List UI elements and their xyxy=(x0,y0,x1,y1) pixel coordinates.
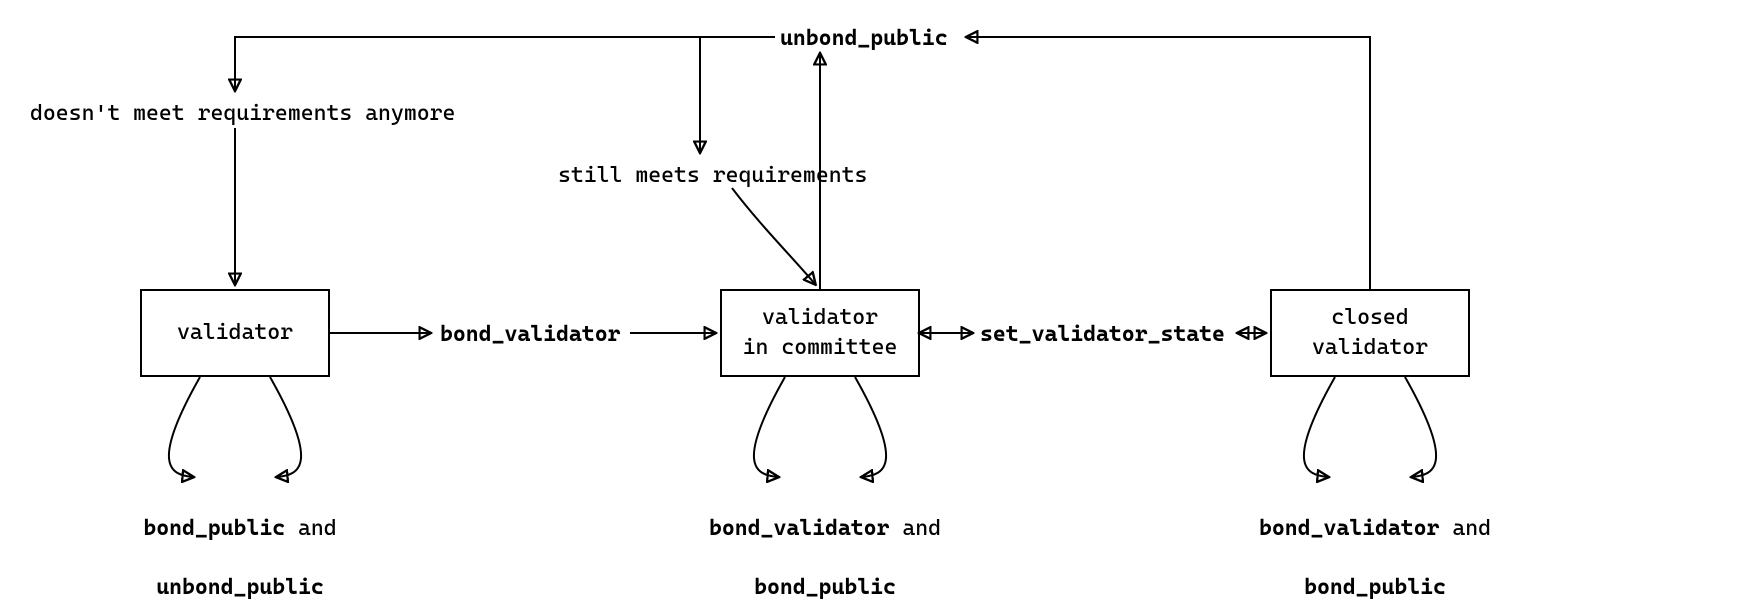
selfloop-closed-label: bond_validator and bond_public xyxy=(1230,484,1520,603)
state-closed-validator: closed validator xyxy=(1270,289,1470,377)
edge-unbond-public: unbond_public xyxy=(780,24,948,54)
state-validator: validator xyxy=(140,289,330,377)
edge-set-validator-state: set_validator_state xyxy=(980,320,1225,350)
state-committee-label: validator in committee xyxy=(743,303,898,362)
validator-state-diagram: validator validator in committee closed … xyxy=(0,0,1738,614)
selfloop-validator-label: bond_public and unbond_public xyxy=(110,484,370,603)
edge-bond-validator: bond_validator xyxy=(440,320,620,350)
state-validator-in-committee: validator in committee xyxy=(720,289,920,377)
edge-no-requirements: doesn't meet requirements anymore xyxy=(30,99,455,129)
edge-still-requirements: still meets requirements xyxy=(558,161,867,191)
state-validator-label: validator xyxy=(177,318,293,348)
state-closed-label: closed validator xyxy=(1312,303,1428,362)
selfloop-committee-label: bond_validator and bond_public xyxy=(680,484,970,603)
